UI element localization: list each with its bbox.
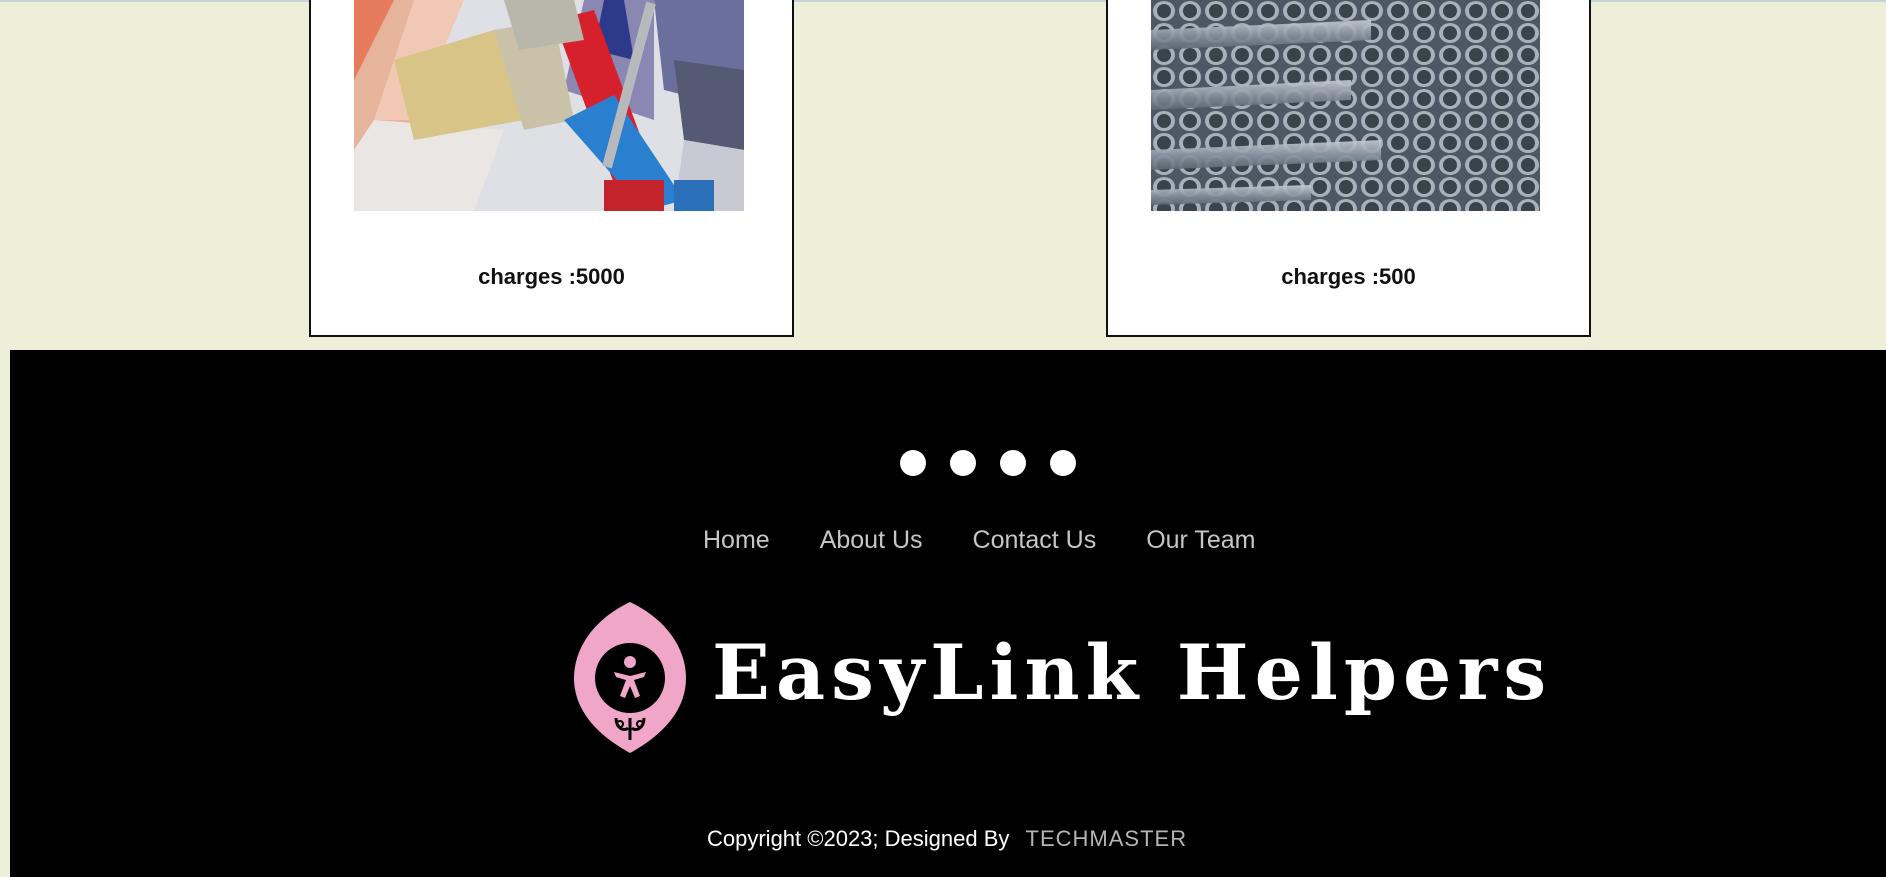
copyright: Copyright ©2023; Designed By TECHMASTER: [707, 826, 1187, 852]
social-links: [900, 450, 1076, 476]
service-card-plumbing: charges :500: [1106, 0, 1591, 337]
footer-link-team[interactable]: Our Team: [1146, 526, 1255, 555]
footer-link-contact[interactable]: Contact Us: [973, 526, 1097, 555]
copyright-text: Copyright ©2023; Designed By: [707, 826, 1010, 851]
footer-link-home[interactable]: Home: [703, 526, 770, 555]
social-icon-1[interactable]: [900, 450, 926, 476]
footer-nav: Home About Us Contact Us Our Team: [703, 526, 1256, 555]
site-footer: Home About Us Contact Us Our Team EasyLi…: [10, 350, 1886, 877]
service-image-pipes: [1151, 0, 1540, 211]
brand-logo-icon: [572, 600, 688, 755]
social-icon-4[interactable]: [1050, 450, 1076, 476]
service-card-painting: charges :5000: [309, 0, 794, 337]
service-image-painting: [354, 0, 744, 211]
social-icon-2[interactable]: [950, 450, 976, 476]
footer-link-about[interactable]: About Us: [820, 526, 923, 555]
service-charges: charges :5000: [478, 264, 625, 289]
top-border: [0, 0, 1886, 2]
designer-link[interactable]: TECHMASTER: [1026, 826, 1188, 851]
social-icon-3[interactable]: [1000, 450, 1026, 476]
brand-name: EasyLink Helpers: [712, 628, 1553, 717]
service-charges: charges :500: [1281, 264, 1416, 289]
